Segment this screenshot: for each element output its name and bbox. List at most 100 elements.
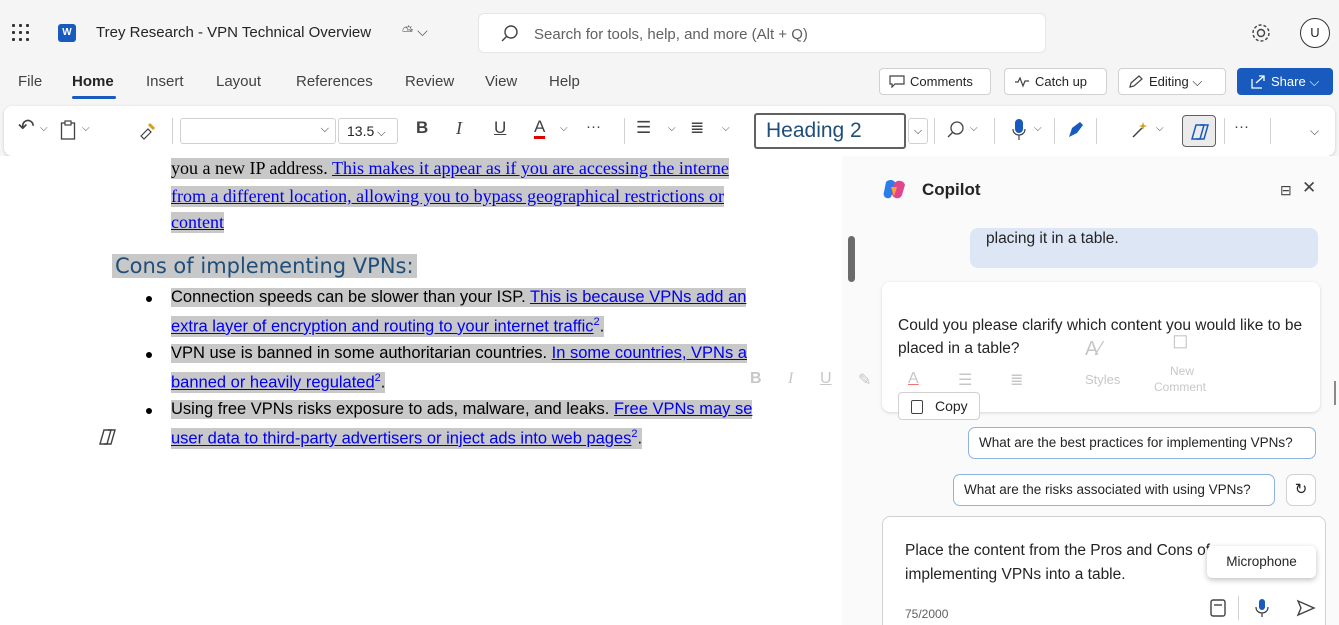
hyperlink[interactable]: user data to third-party advertisers or …	[171, 430, 631, 448]
hyperlink[interactable]: This is because VPNs add an	[530, 288, 746, 306]
chevron-down-icon[interactable]: ⌵	[1156, 123, 1164, 134]
mini-underline-button[interactable]: U	[820, 370, 832, 388]
tab-home[interactable]: Home	[72, 73, 114, 90]
chevron-down-icon[interactable]: ⌵	[970, 123, 978, 134]
new-comment-label-2[interactable]: Comment	[1154, 380, 1206, 394]
user-message: placing it in a table.	[970, 228, 1318, 268]
align-icon[interactable]: ≣	[690, 118, 704, 138]
find-icon[interactable]	[946, 120, 966, 140]
close-icon[interactable]: ✕	[1302, 178, 1316, 198]
copy-label: Copy	[935, 398, 968, 414]
style-gallery-expand[interactable]: ⌵	[908, 118, 928, 144]
styles-icon[interactable]: A⁄	[1085, 338, 1102, 361]
hyperlink[interactable]: content	[171, 212, 224, 232]
refresh-suggestions-icon[interactable]: ↻	[1286, 474, 1316, 506]
composer-input[interactable]: Place the content from the Pros and Cons…	[905, 539, 1215, 587]
underline-button[interactable]: U	[494, 118, 506, 138]
tab-references[interactable]: References	[296, 73, 373, 90]
comments-button[interactable]: Comments	[879, 68, 991, 95]
tab-insert[interactable]: Insert	[146, 73, 184, 90]
chevron-down-icon[interactable]: ⌵	[82, 123, 90, 134]
chevron-down-icon[interactable]: ⌵	[40, 123, 48, 134]
copy-button[interactable]: Copy	[898, 392, 980, 420]
chevron-down-icon[interactable]: ⌵	[668, 123, 676, 134]
hyperlink[interactable]: In some countries, VPNs a	[552, 344, 747, 362]
suggestion-chip[interactable]: What are the best practices for implemen…	[968, 427, 1316, 459]
copilot-margin-icon[interactable]	[98, 428, 118, 446]
prompt-guide-icon[interactable]	[1208, 598, 1228, 618]
highlight-icon[interactable]: ✎	[858, 370, 871, 390]
designer-icon[interactable]	[1130, 120, 1150, 140]
character-counter: 75/2000	[905, 607, 949, 621]
send-icon[interactable]	[1296, 598, 1316, 618]
share-button[interactable]: Share ⌵	[1237, 68, 1333, 95]
pane-scrollbar-thumb[interactable]	[1334, 381, 1336, 405]
new-comment-icon[interactable]: ◻	[1172, 328, 1189, 353]
editing-mode-button[interactable]: Editing ⌵	[1118, 68, 1226, 95]
divider	[1054, 118, 1055, 144]
app-launcher-icon[interactable]	[12, 24, 32, 44]
mini-bullets-icon[interactable]: ☰	[958, 370, 972, 390]
avatar[interactable]: U	[1300, 18, 1330, 48]
search-box[interactable]: Search for tools, help, and more (Alt + …	[478, 13, 1046, 53]
clipboard-icon[interactable]	[60, 120, 76, 140]
tab-layout[interactable]: Layout	[216, 73, 261, 90]
new-comment-label-1[interactable]: New	[1170, 364, 1194, 378]
tab-file[interactable]: File	[18, 73, 42, 90]
chevron-down-icon[interactable]: ⌵	[722, 123, 730, 134]
editor-icon[interactable]	[1066, 120, 1086, 140]
citation-reference[interactable]: 2	[375, 372, 381, 384]
font-name-dropdown[interactable]: ⌵	[180, 118, 336, 144]
italic-button[interactable]: I	[456, 118, 462, 139]
chevron-down-icon[interactable]: ⌵	[1034, 123, 1042, 134]
list-item: Using free VPNs risks exposure to ads, m…	[171, 400, 753, 419]
document-title[interactable]: Trey Research - VPN Technical Overview	[96, 24, 371, 41]
bullets-icon[interactable]: ☰	[636, 118, 651, 138]
chevron-down-icon[interactable]: ⌵	[560, 123, 568, 134]
sync-status-icon[interactable]: ⛅︎ ⌵	[402, 23, 428, 40]
suggestion-chip[interactable]: What are the risks associated with using…	[953, 474, 1275, 506]
hyperlink[interactable]: This makes it appear as if you are acces…	[332, 158, 729, 178]
mini-bold-button[interactable]: B	[750, 370, 762, 388]
hyperlink[interactable]: extra layer of encryption and routing to…	[171, 318, 594, 336]
microphone-icon[interactable]	[1252, 598, 1272, 618]
tab-review[interactable]: Review	[405, 73, 454, 90]
bold-button[interactable]: B	[416, 118, 428, 138]
mini-align-icon[interactable]: ≣	[1010, 370, 1023, 390]
tab-view[interactable]: View	[485, 73, 517, 90]
undo-icon[interactable]: ↶	[18, 114, 35, 139]
search-placeholder: Search for tools, help, and more (Alt + …	[534, 26, 808, 43]
copilot-icon	[1191, 124, 1209, 140]
copy-icon	[911, 400, 923, 414]
bullet-icon	[146, 408, 152, 414]
tab-help[interactable]: Help	[549, 73, 580, 90]
gear-icon[interactable]	[1250, 22, 1272, 44]
font-color-button[interactable]: A	[534, 118, 546, 139]
style-dropdown[interactable]: Heading 2	[754, 113, 906, 149]
citation-reference[interactable]: 2	[631, 428, 637, 440]
scrollbar-thumb[interactable]	[848, 236, 855, 282]
document-canvas[interactable]: you a new IP address. This makes it appe…	[0, 156, 842, 625]
styles-label[interactable]: Styles	[1085, 372, 1120, 387]
floating-mini-toolbar: B I U ✎ A ☰ ≣ A⁄ Styles ◻ New Comment	[740, 326, 1230, 406]
chevron-down-icon: ⌵	[320, 123, 329, 135]
divider	[1224, 118, 1225, 144]
hyperlink[interactable]: from a different location, allowing you …	[171, 186, 724, 206]
catch-up-button[interactable]: Catch up	[1004, 68, 1107, 95]
more-options-button[interactable]: ···	[1234, 118, 1249, 135]
list-item-text: VPN use is banned in some authoritarian …	[171, 344, 552, 362]
mini-italic-button[interactable]: I	[788, 370, 793, 388]
font-size-dropdown[interactable]: 13.5 ⌵	[338, 118, 398, 144]
hyperlink[interactable]: banned or heavily regulated	[171, 374, 375, 392]
hyperlink[interactable]: Free VPNs may se	[614, 400, 752, 418]
format-painter-icon[interactable]	[138, 120, 158, 140]
divider	[624, 118, 625, 144]
ribbon-expand-icon[interactable]: ⌵	[1310, 124, 1319, 139]
citation-reference[interactable]: 2	[594, 316, 600, 328]
copilot-toggle-button[interactable]	[1182, 115, 1216, 147]
pop-out-icon[interactable]: ⊟	[1280, 182, 1292, 199]
mini-font-color-button[interactable]: A	[908, 370, 919, 388]
more-font-options-button[interactable]: ···	[586, 118, 601, 135]
divider	[994, 118, 995, 144]
dictate-icon[interactable]	[1012, 118, 1026, 142]
